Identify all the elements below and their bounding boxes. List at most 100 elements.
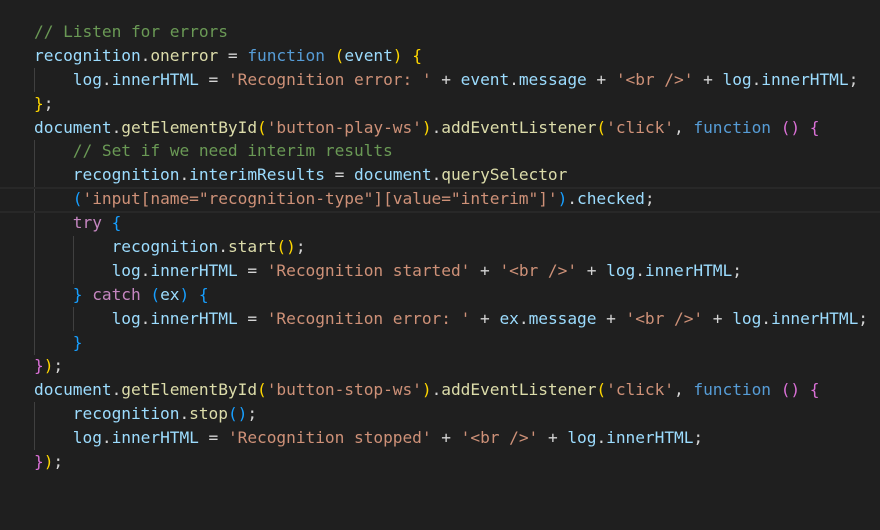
code-token: message [528, 308, 597, 328]
code-token: innerHTML [111, 428, 199, 448]
code-line[interactable]: ('input[name="recognition-type"][value="… [0, 187, 880, 214]
code-token: . [761, 308, 771, 328]
code-token: document [354, 165, 432, 185]
code-line[interactable]: try { [34, 211, 868, 235]
code-token: . [140, 260, 151, 280]
code-token: ; [53, 452, 64, 472]
code-token: document [34, 117, 112, 137]
code-token: + [577, 260, 607, 280]
code-token: '<br />' [460, 428, 539, 448]
code-line[interactable]: log.innerHTML = 'Recognition stopped' + … [34, 426, 868, 450]
code-line[interactable]: }; [34, 92, 868, 116]
code-line[interactable]: recognition.start(); [34, 235, 868, 259]
code-line[interactable]: recognition.stop(); [34, 402, 868, 426]
code-token: 'button-stop-ws' [266, 380, 422, 400]
code-line[interactable]: // Set if we need interim results [34, 139, 868, 163]
code-token: ) [179, 284, 190, 304]
code-token: . [179, 404, 190, 424]
code-token: . [140, 45, 151, 65]
code-token: event [460, 69, 510, 89]
code-token: 'button-play-ws' [266, 117, 422, 137]
code-token: getElementById [121, 380, 258, 400]
code-token: } [34, 356, 44, 376]
code-token: . [518, 308, 529, 328]
code-token: ) [43, 356, 54, 376]
code-token: querySelector [441, 165, 568, 185]
code-token: ; [43, 93, 54, 113]
code-token: . [431, 380, 442, 400]
code-editor[interactable]: // Listen for errors recognition.onerror … [0, 0, 880, 530]
code-token: ; [858, 308, 868, 328]
code-token: '<br />' [625, 308, 704, 328]
code-token: ( [596, 380, 607, 400]
code-token: 'click' [606, 380, 674, 400]
code-token: + [586, 69, 616, 89]
code-token: } [34, 452, 44, 472]
code-token: () [780, 380, 801, 400]
code-line[interactable]: document.getElementById('button-stop-ws'… [34, 378, 868, 402]
code-token: { [198, 284, 209, 304]
code-line[interactable]: } [34, 331, 868, 355]
code-token: log [111, 308, 141, 328]
code-line[interactable]: document.getElementById('button-play-ws'… [34, 116, 868, 140]
code-line[interactable]: }); [34, 354, 868, 378]
code-line[interactable]: recognition.interimResults = document.qu… [34, 163, 868, 187]
code-token: } [72, 332, 83, 352]
code-token: interimResults [189, 165, 325, 185]
code-token: () [227, 404, 248, 424]
code-token: ; [644, 189, 655, 209]
code-token: ; [732, 260, 742, 280]
code-token: recognition [72, 404, 180, 424]
code-token: log [722, 69, 752, 89]
code-token: { [111, 213, 122, 233]
code-token: + [470, 260, 500, 280]
code-token: ) [43, 452, 54, 472]
code-token: ( [334, 45, 345, 65]
code-line[interactable]: log.innerHTML = 'Recognition started' + … [34, 259, 868, 283]
code-token: 'Recognition started' [266, 260, 471, 280]
code-token: . [596, 428, 607, 448]
code-token: catch [92, 284, 141, 304]
code-token: . [509, 69, 519, 89]
code-area[interactable]: // Listen for errors recognition.onerror … [0, 20, 880, 474]
code-token: ( [596, 117, 607, 137]
code-token: . [101, 69, 112, 89]
code-token: ; [295, 237, 306, 257]
code-token: ex [499, 308, 519, 328]
code-line[interactable]: // Listen for errors [34, 20, 868, 44]
code-line[interactable]: log.innerHTML = 'Recognition error: ' + … [34, 307, 868, 331]
code-token: recognition [111, 237, 219, 257]
code-line[interactable]: log.innerHTML = 'Recognition error: ' + … [34, 68, 868, 92]
code-token: { [412, 45, 422, 65]
code-token: stop [189, 404, 228, 424]
code-token: // Listen for errors [34, 22, 228, 41]
code-line[interactable]: } catch (ex) { [34, 283, 868, 307]
code-line[interactable]: recognition.onerror = function (event) { [34, 44, 868, 68]
code-token: addEventListener [441, 380, 597, 400]
code-token: 'input[name="recognition-type"][value="i… [82, 189, 558, 209]
code-token: 'Recognition error: ' [227, 69, 432, 89]
code-line[interactable]: }); [34, 450, 868, 474]
code-token: function [693, 380, 771, 400]
code-token: try [72, 213, 102, 233]
code-token: = [198, 428, 228, 448]
code-token: onerror [150, 45, 219, 65]
code-token: addEventListener [441, 117, 597, 137]
code-token: { [809, 380, 820, 400]
code-token: innerHTML [150, 308, 238, 328]
code-token: + [431, 428, 461, 448]
code-token: { [809, 117, 820, 137]
